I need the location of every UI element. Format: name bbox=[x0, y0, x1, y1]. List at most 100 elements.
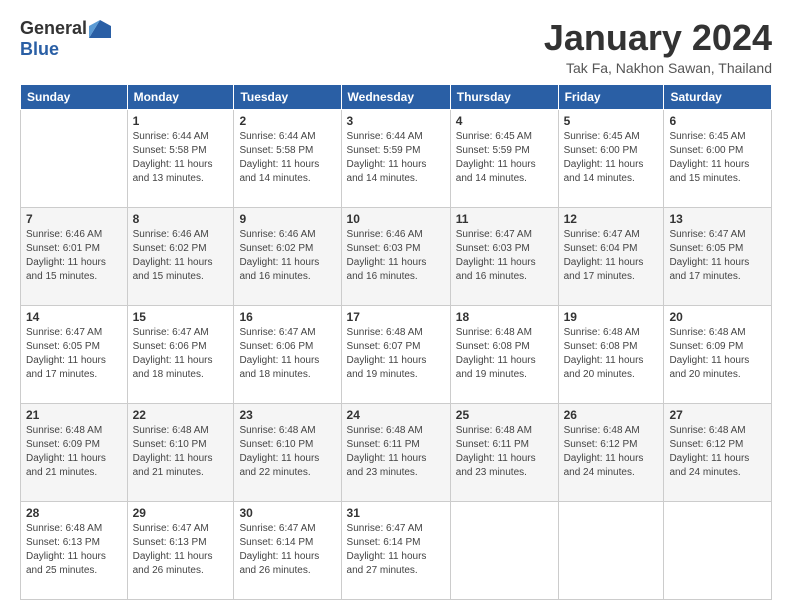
day-number: 13 bbox=[669, 212, 766, 226]
header-cell-friday: Friday bbox=[558, 84, 664, 109]
day-cell: 17 Sunrise: 6:48 AMSunset: 6:07 PMDayligh… bbox=[341, 305, 450, 403]
day-info: Sunrise: 6:47 AMSunset: 6:03 PMDaylight:… bbox=[456, 228, 553, 284]
day-number: 12 bbox=[564, 212, 659, 226]
week-row-5: 28 Sunrise: 6:48 AMSunset: 6:13 PMDayligh… bbox=[21, 501, 772, 599]
logo-icon bbox=[89, 20, 111, 38]
day-info: Sunrise: 6:48 AMSunset: 6:12 PMDaylight:… bbox=[669, 424, 766, 480]
week-row-4: 21 Sunrise: 6:48 AMSunset: 6:09 PMDayligh… bbox=[21, 403, 772, 501]
day-info: Sunrise: 6:46 AMSunset: 6:01 PMDaylight:… bbox=[26, 228, 122, 284]
day-number: 14 bbox=[26, 310, 122, 324]
day-info: Sunrise: 6:48 AMSunset: 6:08 PMDaylight:… bbox=[456, 326, 553, 382]
day-number: 23 bbox=[239, 408, 335, 422]
day-cell: 16 Sunrise: 6:47 AMSunset: 6:06 PMDayligh… bbox=[234, 305, 341, 403]
day-info: Sunrise: 6:48 AMSunset: 6:07 PMDaylight:… bbox=[347, 326, 445, 382]
day-cell: 8 Sunrise: 6:46 AMSunset: 6:02 PMDaylight… bbox=[127, 207, 234, 305]
day-number: 28 bbox=[26, 506, 122, 520]
day-number: 4 bbox=[456, 114, 553, 128]
logo: General Blue bbox=[20, 18, 111, 60]
day-info: Sunrise: 6:46 AMSunset: 6:02 PMDaylight:… bbox=[239, 228, 335, 284]
day-cell: 2Sunrise: 6:44 AMSunset: 5:58 PMDaylight… bbox=[234, 109, 341, 207]
day-number: 5 bbox=[564, 114, 659, 128]
day-info: Sunrise: 6:47 AMSunset: 6:06 PMDaylight:… bbox=[239, 326, 335, 382]
day-number: 26 bbox=[564, 408, 659, 422]
day-number: 18 bbox=[456, 310, 553, 324]
day-cell: 23 Sunrise: 6:48 AMSunset: 6:10 PMDayligh… bbox=[234, 403, 341, 501]
day-info: Sunrise: 6:44 AMSunset: 5:59 PMDaylight:… bbox=[347, 130, 445, 186]
header: General Blue January 2024 Tak Fa, Nakhon… bbox=[20, 18, 772, 76]
day-info: Sunrise: 6:44 AMSunset: 5:58 PMDaylight:… bbox=[133, 130, 229, 186]
day-number: 3 bbox=[347, 114, 445, 128]
day-info: Sunrise: 6:48 AMSunset: 6:12 PMDaylight:… bbox=[564, 424, 659, 480]
day-info: Sunrise: 6:48 AMSunset: 6:10 PMDaylight:… bbox=[133, 424, 229, 480]
day-cell: 5 Sunrise: 6:45 AMSunset: 6:00 PMDaylight… bbox=[558, 109, 664, 207]
day-cell: 7 Sunrise: 6:46 AMSunset: 6:01 PMDaylight… bbox=[21, 207, 128, 305]
day-info: Sunrise: 6:47 AMSunset: 6:06 PMDaylight:… bbox=[133, 326, 229, 382]
day-cell: 26 Sunrise: 6:48 AMSunset: 6:12 PMDayligh… bbox=[558, 403, 664, 501]
day-cell: 13Sunrise: 6:47 AMSunset: 6:05 PMDayligh… bbox=[664, 207, 772, 305]
day-info: Sunrise: 6:48 AMSunset: 6:11 PMDaylight:… bbox=[347, 424, 445, 480]
day-info: Sunrise: 6:45 AMSunset: 6:00 PMDaylight:… bbox=[669, 130, 766, 186]
title-block: January 2024 Tak Fa, Nakhon Sawan, Thail… bbox=[544, 18, 772, 76]
location: Tak Fa, Nakhon Sawan, Thailand bbox=[544, 60, 772, 76]
day-number: 7 bbox=[26, 212, 122, 226]
day-number: 21 bbox=[26, 408, 122, 422]
day-info: Sunrise: 6:46 AMSunset: 6:03 PMDaylight:… bbox=[347, 228, 445, 284]
day-cell bbox=[21, 109, 128, 207]
week-row-3: 14 Sunrise: 6:47 AMSunset: 6:05 PMDayligh… bbox=[21, 305, 772, 403]
day-number: 6 bbox=[669, 114, 766, 128]
day-info: Sunrise: 6:47 AMSunset: 6:13 PMDaylight:… bbox=[133, 522, 229, 578]
day-number: 19 bbox=[564, 310, 659, 324]
day-cell bbox=[558, 501, 664, 599]
day-cell: 14 Sunrise: 6:47 AMSunset: 6:05 PMDayligh… bbox=[21, 305, 128, 403]
day-cell: 25Sunrise: 6:48 AMSunset: 6:11 PMDayligh… bbox=[450, 403, 558, 501]
day-cell bbox=[664, 501, 772, 599]
day-number: 8 bbox=[133, 212, 229, 226]
day-cell bbox=[450, 501, 558, 599]
day-cell: 20Sunrise: 6:48 AMSunset: 6:09 PMDayligh… bbox=[664, 305, 772, 403]
day-number: 10 bbox=[347, 212, 445, 226]
day-number: 11 bbox=[456, 212, 553, 226]
header-cell-saturday: Saturday bbox=[664, 84, 772, 109]
header-row: SundayMondayTuesdayWednesdayThursdayFrid… bbox=[21, 84, 772, 109]
week-row-2: 7 Sunrise: 6:46 AMSunset: 6:01 PMDaylight… bbox=[21, 207, 772, 305]
day-cell: 10 Sunrise: 6:46 AMSunset: 6:03 PMDayligh… bbox=[341, 207, 450, 305]
day-cell: 28 Sunrise: 6:48 AMSunset: 6:13 PMDayligh… bbox=[21, 501, 128, 599]
day-cell: 27Sunrise: 6:48 AMSunset: 6:12 PMDayligh… bbox=[664, 403, 772, 501]
day-cell: 15 Sunrise: 6:47 AMSunset: 6:06 PMDayligh… bbox=[127, 305, 234, 403]
day-info: Sunrise: 6:48 AMSunset: 6:10 PMDaylight:… bbox=[239, 424, 335, 480]
day-info: Sunrise: 6:47 AMSunset: 6:05 PMDaylight:… bbox=[26, 326, 122, 382]
day-info: Sunrise: 6:45 AMSunset: 6:00 PMDaylight:… bbox=[564, 130, 659, 186]
day-cell: 6 Sunrise: 6:45 AMSunset: 6:00 PMDaylight… bbox=[664, 109, 772, 207]
day-number: 22 bbox=[133, 408, 229, 422]
day-number: 16 bbox=[239, 310, 335, 324]
day-cell: 24Sunrise: 6:48 AMSunset: 6:11 PMDayligh… bbox=[341, 403, 450, 501]
day-info: Sunrise: 6:45 AMSunset: 5:59 PMDaylight:… bbox=[456, 130, 553, 186]
day-number: 20 bbox=[669, 310, 766, 324]
day-cell: 19Sunrise: 6:48 AMSunset: 6:08 PMDayligh… bbox=[558, 305, 664, 403]
day-number: 15 bbox=[133, 310, 229, 324]
day-cell: 31Sunrise: 6:47 AMSunset: 6:14 PMDayligh… bbox=[341, 501, 450, 599]
header-cell-tuesday: Tuesday bbox=[234, 84, 341, 109]
logo-general: General bbox=[20, 18, 87, 39]
logo-blue: Blue bbox=[20, 39, 59, 59]
day-info: Sunrise: 6:48 AMSunset: 6:13 PMDaylight:… bbox=[26, 522, 122, 578]
day-info: Sunrise: 6:47 AMSunset: 6:04 PMDaylight:… bbox=[564, 228, 659, 284]
day-cell: 9 Sunrise: 6:46 AMSunset: 6:02 PMDaylight… bbox=[234, 207, 341, 305]
day-cell: 1 Sunrise: 6:44 AMSunset: 5:58 PMDaylight… bbox=[127, 109, 234, 207]
day-cell: 30 Sunrise: 6:47 AMSunset: 6:14 PMDayligh… bbox=[234, 501, 341, 599]
day-info: Sunrise: 6:47 AMSunset: 6:14 PMDaylight:… bbox=[239, 522, 335, 578]
day-number: 25 bbox=[456, 408, 553, 422]
day-cell: 12 Sunrise: 6:47 AMSunset: 6:04 PMDayligh… bbox=[558, 207, 664, 305]
day-number: 30 bbox=[239, 506, 335, 520]
week-row-1: 1 Sunrise: 6:44 AMSunset: 5:58 PMDaylight… bbox=[21, 109, 772, 207]
day-number: 1 bbox=[133, 114, 229, 128]
day-number: 2 bbox=[239, 114, 335, 128]
day-info: Sunrise: 6:46 AMSunset: 6:02 PMDaylight:… bbox=[133, 228, 229, 284]
day-cell: 22 Sunrise: 6:48 AMSunset: 6:10 PMDayligh… bbox=[127, 403, 234, 501]
month-title: January 2024 bbox=[544, 18, 772, 58]
day-number: 17 bbox=[347, 310, 445, 324]
day-number: 31 bbox=[347, 506, 445, 520]
day-info: Sunrise: 6:48 AMSunset: 6:09 PMDaylight:… bbox=[26, 424, 122, 480]
day-number: 9 bbox=[239, 212, 335, 226]
day-cell: 11 Sunrise: 6:47 AMSunset: 6:03 PMDayligh… bbox=[450, 207, 558, 305]
